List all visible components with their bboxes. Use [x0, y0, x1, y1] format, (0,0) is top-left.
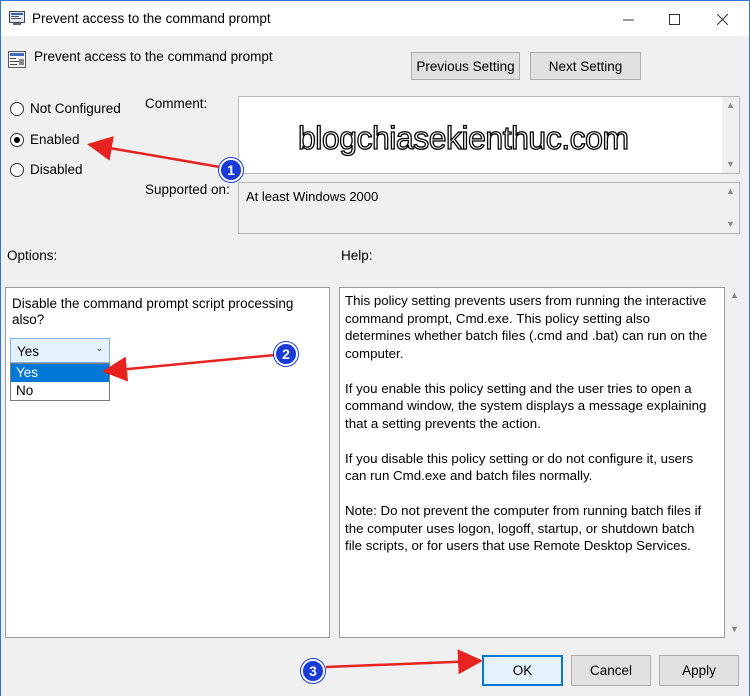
comment-label: Comment:: [145, 96, 208, 111]
supported-on-field: At least Windows 2000 ▲ ▼: [238, 182, 740, 234]
minimize-icon[interactable]: [605, 1, 651, 37]
radio-circle-selected[interactable]: [10, 132, 24, 147]
radio-disabled[interactable]: Disabled: [10, 162, 83, 177]
supported-on-label: Supported on:: [145, 182, 230, 197]
help-paragraph: Note: Do not prevent the computer from r…: [345, 503, 702, 553]
window-title: Prevent access to the command prompt: [32, 11, 271, 26]
help-section-label: Help:: [341, 248, 373, 263]
scroll-down-icon[interactable]: ▼: [726, 621, 743, 638]
radio-circle[interactable]: [10, 162, 24, 177]
watermark-text: blogchiasekienthuc.com: [297, 119, 629, 156]
policy-setting-icon: [8, 51, 26, 68]
radio-label: Enabled: [30, 132, 80, 147]
radio-enabled[interactable]: Enabled: [10, 132, 80, 147]
dropdown-list: Yes No: [10, 363, 110, 401]
radio-circle[interactable]: [10, 101, 24, 116]
close-icon[interactable]: [699, 1, 745, 37]
select-value: Yes: [17, 344, 40, 359]
dropdown-option-yes[interactable]: Yes: [11, 364, 109, 382]
cancel-button[interactable]: Cancel: [571, 655, 651, 686]
maximize-icon[interactable]: [651, 1, 697, 37]
radio-not-configured[interactable]: Not Configured: [10, 101, 121, 116]
scroll-up-icon[interactable]: ▲: [722, 183, 739, 200]
radio-label: Not Configured: [30, 101, 121, 116]
policy-name: Prevent access to the command prompt: [34, 49, 273, 64]
ok-button[interactable]: OK: [482, 655, 563, 686]
comment-scrollbar[interactable]: ▲ ▼: [722, 97, 739, 173]
annotation-badge: 3: [301, 659, 325, 683]
help-paragraph: If you enable this policy setting and th…: [345, 380, 707, 431]
scroll-down-icon[interactable]: ▼: [722, 156, 739, 173]
option-question: Disable the command prompt script proces…: [12, 296, 294, 327]
title-bar: Prevent access to the command prompt: [0, 0, 750, 36]
supported-on-value: At least Windows 2000: [246, 189, 379, 204]
next-setting-button[interactable]: Next Setting: [530, 52, 641, 80]
policy-app-icon: [9, 11, 25, 25]
chevron-down-icon[interactable]: ⌄: [95, 343, 103, 354]
script-processing-select[interactable]: Yes ⌄: [10, 338, 110, 363]
scroll-up-icon[interactable]: ▲: [722, 97, 739, 114]
supported-scrollbar[interactable]: ▲ ▼: [722, 183, 739, 233]
dropdown-option-no[interactable]: No: [11, 382, 109, 400]
help-text: This policy setting prevents users from …: [345, 292, 715, 572]
scroll-up-icon[interactable]: ▲: [726, 287, 743, 304]
previous-setting-button[interactable]: Previous Setting: [411, 52, 520, 80]
help-paragraph: This policy setting prevents users from …: [345, 293, 708, 361]
help-paragraph: If you disable this policy setting or do…: [345, 450, 694, 484]
scroll-down-icon[interactable]: ▼: [722, 216, 739, 233]
help-scrollbar[interactable]: ▲ ▼: [726, 287, 743, 638]
help-panel: This policy setting prevents users from …: [339, 287, 725, 638]
apply-button[interactable]: Apply: [659, 655, 739, 686]
radio-label: Disabled: [30, 162, 83, 177]
options-panel: Disable the command prompt script proces…: [5, 287, 330, 638]
annotation-badge: 2: [274, 342, 298, 366]
annotation-badge: 1: [219, 158, 243, 182]
options-section-label: Options:: [7, 248, 58, 263]
